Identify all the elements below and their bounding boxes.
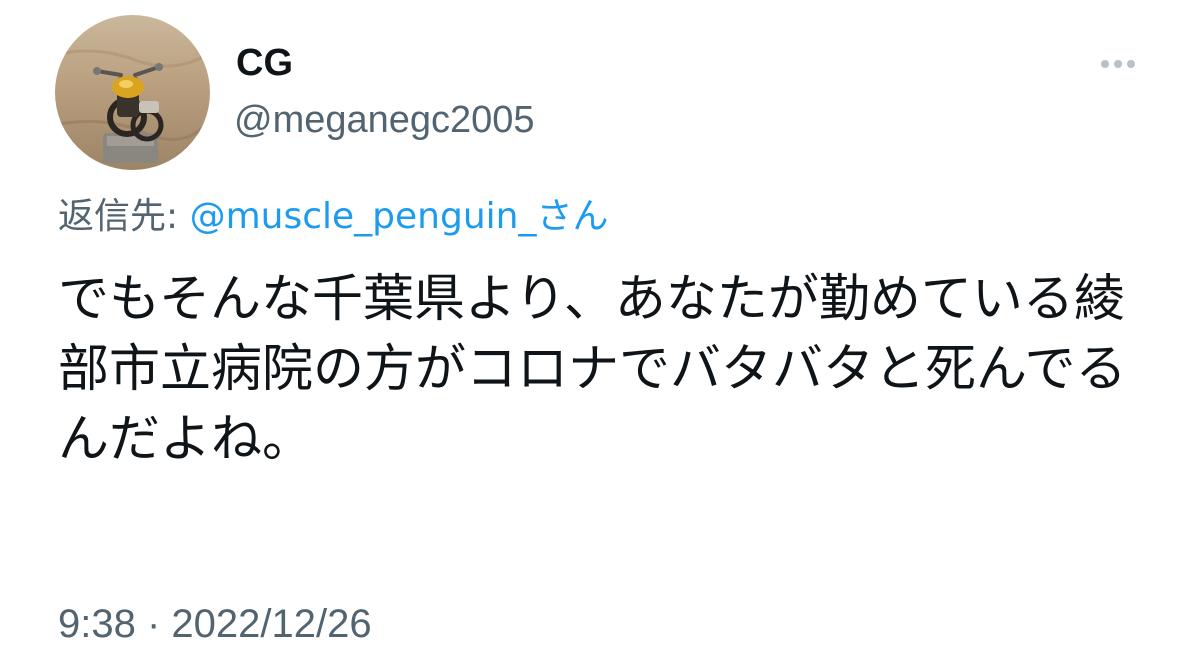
tweet-time: 9:38 <box>58 602 136 646</box>
tweet-text: でもそんな千葉県より、あなたが勤めている綾部市立病院の方がコロナでバタバタと死ん… <box>58 270 1127 469</box>
avatar-motorcycle-image <box>55 15 210 170</box>
more-horizontal-icon[interactable] <box>1092 46 1144 82</box>
timestamp-separator: · <box>135 602 172 646</box>
user-handle[interactable]: @meganegc2005 <box>234 92 535 148</box>
reply-prefix: 返信先: <box>58 196 190 237</box>
display-name[interactable]: CG <box>236 38 293 88</box>
timestamp[interactable]: 9:38 · 2022/12/26 <box>58 596 372 652</box>
tweet-date: 2022/12/26 <box>171 602 372 646</box>
reply-to-link[interactable]: @muscle_penguin_さん <box>190 196 609 237</box>
reply-context: 返信先: @muscle_penguin_さん <box>58 188 608 246</box>
avatar[interactable] <box>55 15 210 170</box>
